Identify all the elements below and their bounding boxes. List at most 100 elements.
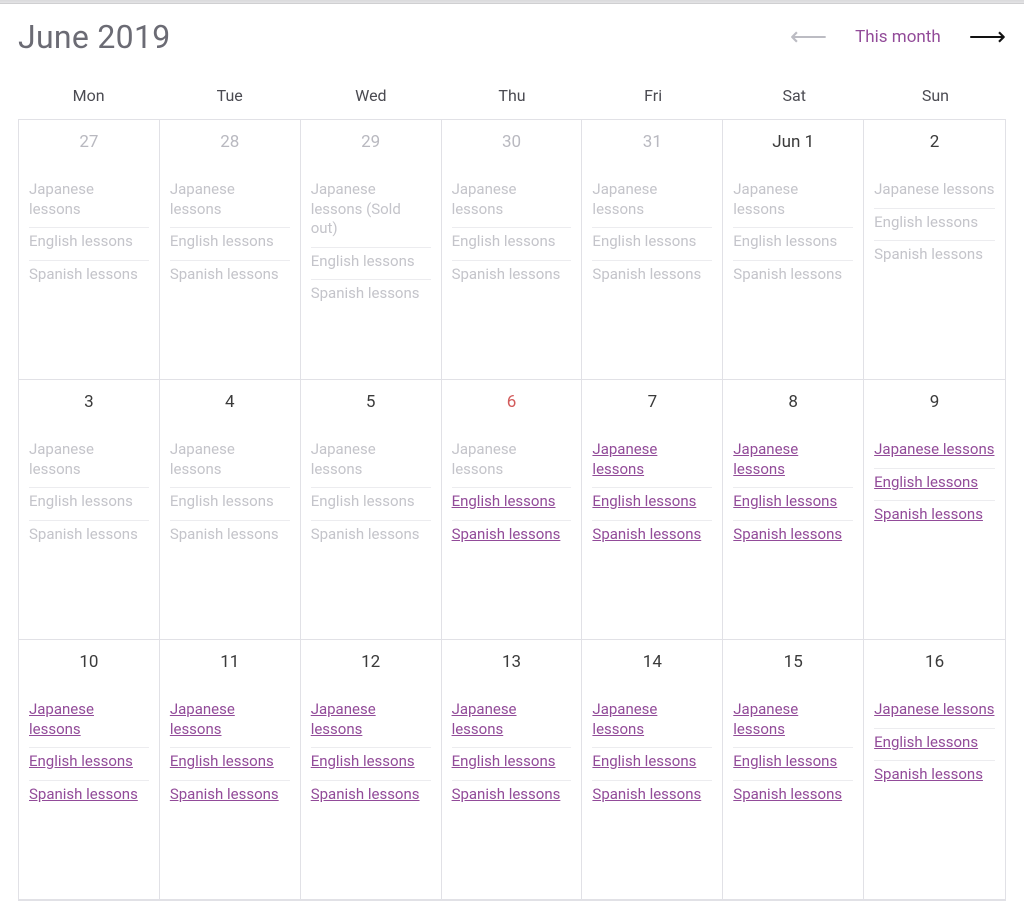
calendar-cell: 31Japanese lessonsEnglish lessonsSpanish… (582, 120, 723, 380)
events-list: Japanese lessonsEnglish lessonsSpanish l… (592, 436, 712, 552)
event-past: English lessons (170, 228, 290, 261)
event-link[interactable]: English lessons (874, 469, 995, 502)
calendar-cell: 11Japanese lessonsEnglish lessonsSpanish… (160, 640, 301, 900)
event-link[interactable]: English lessons (29, 748, 149, 781)
dow-label: Fri (583, 76, 724, 119)
calendar-grid: 27Japanese lessonsEnglish lessonsSpanish… (18, 119, 1006, 901)
event-link[interactable]: Spanish lessons (311, 781, 431, 813)
events-list: Japanese lessonsEnglish lessonsSpanish l… (29, 176, 149, 292)
event-link[interactable]: English lessons (592, 748, 712, 781)
day-number: 5 (311, 392, 431, 412)
event-past: Japanese lessons (170, 176, 290, 228)
day-number: 4 (170, 392, 290, 412)
event-link[interactable]: Spanish lessons (874, 501, 995, 533)
dow-label: Sat (724, 76, 865, 119)
events-list: Japanese lessons (Sold out)English lesso… (311, 176, 431, 312)
day-number: 16 (874, 652, 995, 672)
prev-month-button[interactable]: ⟵ (790, 24, 827, 50)
event-past: Japanese lessons (170, 436, 290, 488)
day-number: 3 (29, 392, 149, 412)
event-past: Japanese lessons (452, 436, 572, 488)
event-link[interactable]: Spanish lessons (592, 521, 712, 553)
calendar-cell: 29 Japanese lessons (Sold out)English les… (301, 120, 442, 380)
event-link[interactable]: English lessons (311, 748, 431, 781)
event-link[interactable]: Spanish lessons (170, 781, 290, 813)
events-list: Japanese lessonsEnglish lessonsSpanish l… (452, 176, 572, 292)
events-list: Japanese lessonsEnglish lessonsSpanish l… (874, 176, 995, 273)
event-link[interactable]: Japanese lessons (874, 696, 995, 729)
event-link[interactable]: Japanese lessons (311, 696, 431, 748)
event-past: Japanese lessons (311, 436, 431, 488)
calendar-cell: 6 Japanese lessonsEnglish lessonsSpanish … (442, 380, 583, 640)
day-number: 8 (733, 392, 853, 412)
event-link[interactable]: English lessons (733, 748, 853, 781)
event-past: Japanese lessons (29, 436, 149, 488)
event-link[interactable]: Spanish lessons (452, 521, 572, 553)
calendar-cell: 4Japanese lessonsEnglish lessonsSpanish … (160, 380, 301, 640)
event-past: Spanish lessons (874, 241, 995, 273)
event-link[interactable]: Japanese lessons (29, 696, 149, 748)
event-link[interactable]: English lessons (592, 488, 712, 521)
day-number: 9 (874, 392, 995, 412)
event-link[interactable]: Spanish lessons (733, 781, 853, 813)
event-past: Spanish lessons (592, 261, 712, 293)
next-month-button[interactable]: ⟶ (969, 24, 1006, 50)
day-number: 27 (29, 132, 149, 152)
calendar-cell: 5Japanese lessonsEnglish lessonsSpanish … (301, 380, 442, 640)
this-month-button[interactable]: This month (853, 23, 943, 51)
event-link[interactable]: Japanese lessons (452, 696, 572, 748)
calendar-cell: 9 Japanese lessonsEnglish lessonsSpanish … (864, 380, 1005, 640)
event-link[interactable]: Japanese lessons (874, 436, 995, 469)
event-link[interactable]: Japanese lessons (733, 436, 853, 488)
event-link[interactable]: Spanish lessons (733, 521, 853, 553)
day-number: 15 (733, 652, 853, 672)
event-link[interactable]: Spanish lessons (874, 761, 995, 793)
calendar-cell: 7 Japanese lessonsEnglish lessonsSpanish … (582, 380, 723, 640)
events-list: Japanese lessonsEnglish lessonsSpanish l… (452, 696, 572, 812)
day-of-week-header: MonTueWedThuFriSatSun (18, 76, 1006, 119)
events-list: Japanese lessonsEnglish lessonsSpanish l… (592, 176, 712, 292)
event-past: English lessons (592, 228, 712, 261)
day-number: Jun 1 (733, 132, 853, 152)
day-number: 2 (874, 132, 995, 152)
events-list: Japanese lessonsEnglish lessonsSpanish l… (29, 436, 149, 552)
dow-label: Tue (159, 76, 300, 119)
event-past: Spanish lessons (170, 521, 290, 553)
event-link[interactable]: English lessons (733, 488, 853, 521)
events-list: Japanese lessonsEnglish lessonsSpanish l… (311, 696, 431, 812)
events-list: Japanese lessonsEnglish lessonsSpanish l… (29, 696, 149, 812)
month-title: June 2019 (18, 18, 171, 56)
event-past: English lessons (452, 228, 572, 261)
day-number: 10 (29, 652, 149, 672)
events-list: Japanese lessonsEnglish lessonsSpanish l… (592, 696, 712, 812)
event-link[interactable]: Japanese lessons (733, 696, 853, 748)
events-list: Japanese lessonsEnglish lessonsSpanish l… (452, 436, 572, 552)
event-past: Spanish lessons (311, 521, 431, 553)
event-link[interactable]: English lessons (452, 488, 572, 521)
day-number: 29 (311, 132, 431, 152)
event-link[interactable]: English lessons (874, 729, 995, 762)
event-past: Spanish lessons (170, 261, 290, 293)
event-link[interactable]: Spanish lessons (452, 781, 572, 813)
events-list: Japanese lessonsEnglish lessonsSpanish l… (874, 696, 995, 793)
calendar-header: June 2019 ⟵ This month ⟶ (0, 4, 1024, 64)
day-number: 13 (452, 652, 572, 672)
event-past: English lessons (29, 228, 149, 261)
event-past: Japanese lessons (733, 176, 853, 228)
calendar-cell: 15 Japanese lessonsEnglish lessonsSpanish… (723, 640, 864, 900)
event-link[interactable]: Spanish lessons (592, 781, 712, 813)
event-past: Spanish lessons (29, 521, 149, 553)
calendar-cell: 28Japanese lessonsEnglish lessonsSpanish… (160, 120, 301, 380)
day-number: 7 (592, 392, 712, 412)
events-list: Japanese lessonsEnglish lessonsSpanish l… (733, 176, 853, 292)
event-link[interactable]: English lessons (452, 748, 572, 781)
event-link[interactable]: Japanese lessons (592, 436, 712, 488)
event-link[interactable]: Spanish lessons (29, 781, 149, 813)
event-past: Japanese lessons (452, 176, 572, 228)
calendar-cell: 3 Japanese lessonsEnglish lessonsSpanish … (19, 380, 160, 640)
event-link[interactable]: Japanese lessons (170, 696, 290, 748)
event-link[interactable]: English lessons (170, 748, 290, 781)
event-past: Japanese lessons (Sold out) (311, 176, 431, 248)
event-link[interactable]: Japanese lessons (592, 696, 712, 748)
day-number: 6 (452, 392, 572, 412)
